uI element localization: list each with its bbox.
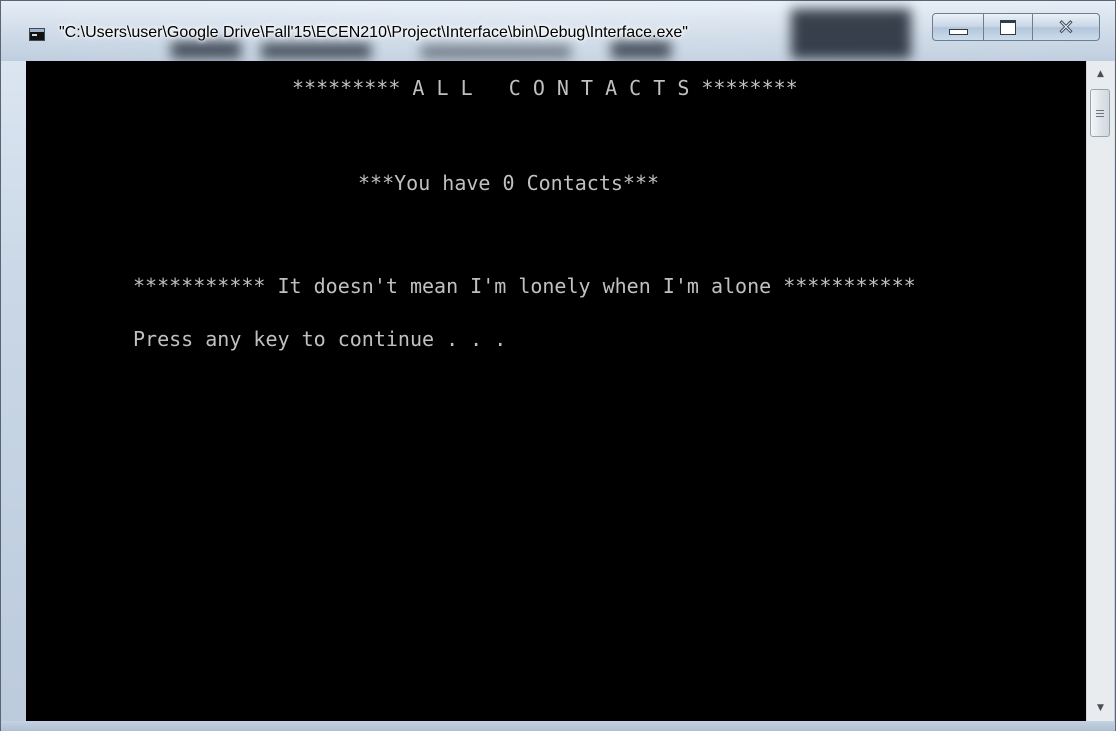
scroll-thumb[interactable] <box>1090 89 1110 137</box>
scroll-up-icon[interactable]: ▲ <box>1087 61 1114 87</box>
maximize-icon <box>1000 19 1016 35</box>
scroll-down-icon[interactable]: ▼ <box>1087 695 1114 721</box>
window-title: "C:\Users\user\Google Drive\Fall'15\ECEN… <box>59 24 688 41</box>
console-line-prompt: Press any key to continue . . . <box>133 327 507 351</box>
minimize-icon <box>948 29 968 35</box>
minimize-button[interactable] <box>932 13 984 41</box>
vertical-scrollbar[interactable]: ▲ ▼ <box>1086 61 1114 721</box>
console-app-icon[interactable] <box>29 28 45 41</box>
title-bar[interactable]: "C:\Users\user\Google Drive\Fall'15\ECEN… <box>1 1 1115 61</box>
console-window: "C:\Users\user\Google Drive\Fall'15\ECEN… <box>0 0 1116 731</box>
console-output[interactable]: ********* A L L C O N T A C T S ********… <box>26 61 1086 721</box>
grip-icon <box>1096 109 1104 117</box>
maximize-button[interactable] <box>983 13 1033 41</box>
console-line-contact-count: ***You have 0 Contacts*** <box>358 171 660 195</box>
close-icon: ✕ <box>1057 15 1075 39</box>
console-line-message: *********** It doesn't mean I'm lonely w… <box>133 274 916 298</box>
window-bottom-border <box>1 721 1115 731</box>
console-line-header: ********* A L L C O N T A C T S ******** <box>292 76 798 100</box>
close-button[interactable]: ✕ <box>1032 13 1100 41</box>
